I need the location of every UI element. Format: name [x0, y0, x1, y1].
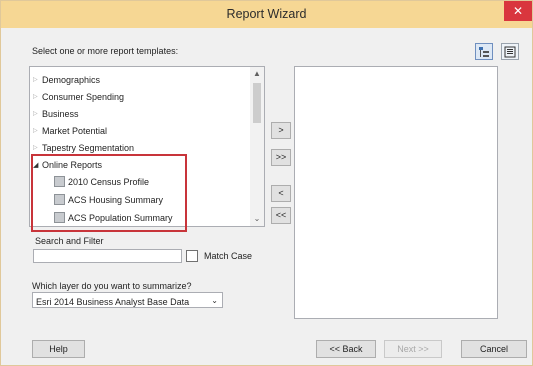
next-button[interactable]: Next >> [384, 340, 442, 358]
scroll-down-icon[interactable]: ⌄ [250, 212, 264, 226]
templates-prompt: Select one or more report templates: [32, 46, 179, 56]
tree-item-business[interactable]: ▷ Business [33, 108, 79, 121]
scroll-thumb[interactable] [253, 83, 261, 123]
layer-select-value: Esri 2014 Business Analyst Base Data [36, 297, 190, 307]
tree-item-consumer-spending[interactable]: ▷ Consumer Spending [33, 91, 124, 104]
templates-scrollbar[interactable]: ▲ ⌄ [250, 67, 264, 226]
scroll-up-icon[interactable]: ▲ [250, 67, 264, 81]
selected-templates-list[interactable] [294, 66, 498, 319]
expand-arrow-icon[interactable]: ▷ [33, 74, 42, 87]
match-case-label: Match Case [204, 251, 253, 261]
cancel-button[interactable]: Cancel [461, 340, 527, 358]
list-view-icon [504, 46, 516, 58]
expand-arrow-icon[interactable]: ▷ [33, 91, 42, 104]
search-filter-label: Search and Filter [35, 236, 104, 246]
remove-all-button[interactable]: << [271, 207, 291, 224]
add-all-button[interactable]: >> [271, 149, 291, 166]
layer-prompt: Which layer do you want to summarize? [32, 281, 192, 291]
search-input[interactable] [33, 249, 182, 263]
close-button[interactable]: ✕ [504, 1, 532, 21]
add-button[interactable]: > [271, 122, 291, 139]
list-view-button[interactable] [501, 43, 519, 60]
chevron-down-icon: ⌄ [211, 296, 218, 305]
online-reports-highlight [31, 154, 187, 232]
help-button[interactable]: Help [32, 340, 85, 358]
tree-view-icon [479, 47, 489, 57]
tree-view-button[interactable] [475, 43, 493, 60]
match-case-checkbox[interactable] [186, 250, 198, 262]
report-wizard-window: Report Wizard ✕ Select one or more repor… [0, 0, 533, 366]
expand-arrow-icon[interactable]: ▷ [33, 125, 42, 138]
tree-item-demographics[interactable]: ▷ Demographics [33, 74, 100, 87]
layer-select[interactable]: Esri 2014 Business Analyst Base Data ⌄ [32, 292, 223, 308]
expand-arrow-icon[interactable]: ▷ [33, 108, 42, 121]
tree-item-market-potential[interactable]: ▷ Market Potential [33, 125, 107, 138]
title-bar: Report Wizard ✕ [1, 1, 532, 28]
window-title: Report Wizard [226, 7, 307, 21]
remove-button[interactable]: < [271, 185, 291, 202]
back-button[interactable]: << Back [316, 340, 376, 358]
